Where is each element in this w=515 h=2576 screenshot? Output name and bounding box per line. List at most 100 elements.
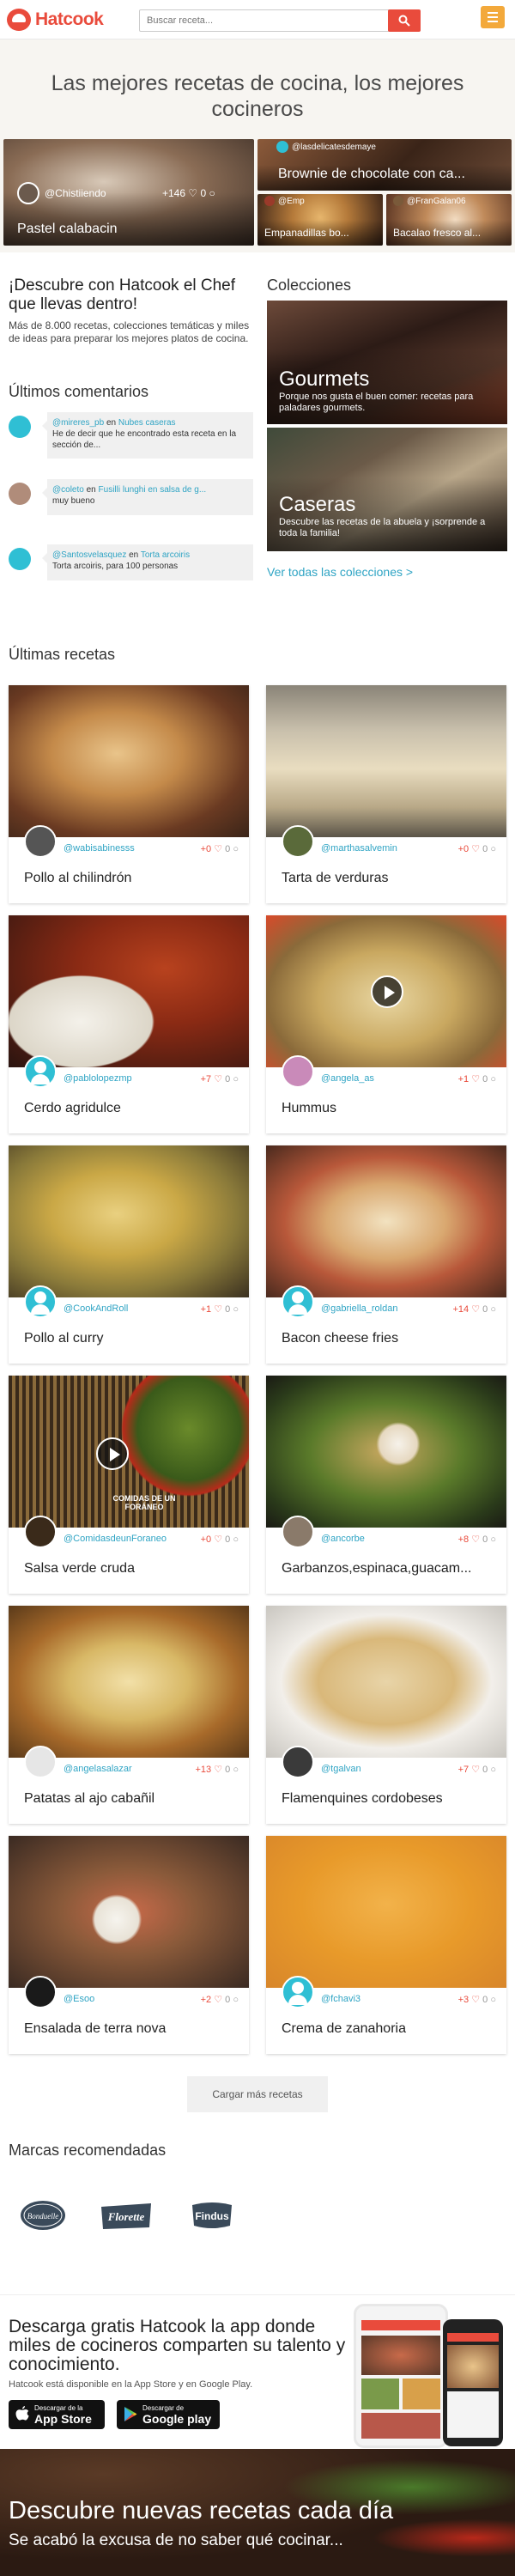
recipe-author[interactable]: @pablolopezmp [64, 1073, 132, 1084]
search-input[interactable] [139, 9, 390, 32]
heart-icon[interactable]: ♡ [471, 1995, 480, 2005]
play-icon[interactable] [96, 1437, 129, 1470]
avatar[interactable] [9, 483, 31, 505]
heart-icon[interactable]: ♡ [214, 1074, 222, 1084]
comment-icon[interactable]: ○ [233, 1534, 239, 1545]
recipe-stats: +0 ♡ 0 ○ [457, 844, 496, 854]
avatar[interactable] [282, 1746, 314, 1778]
recipe-author[interactable]: @ancorbe [321, 1534, 365, 1544]
comment-item: @Santosvelasquez en Torta arcoiris Torta… [9, 544, 253, 587]
recipe-author[interactable]: @marthasalvemin [321, 843, 397, 854]
comment-recipe[interactable]: Fusilli lunghi en salsa de g... [99, 485, 207, 495]
avatar[interactable] [24, 1516, 57, 1548]
comment-icon[interactable]: ○ [490, 1074, 496, 1084]
brand-bonduelle-logo[interactable]: Bonduelle [19, 2198, 67, 2233]
avatar[interactable] [24, 1055, 57, 1088]
recipe-card[interactable]: @pablolopezmp +7 ♡ 0 ○ Cerdo agridulce [9, 915, 249, 1133]
recipe-card[interactable]: @Esoo +2 ♡ 0 ○ Ensalada de terra nova [9, 1836, 249, 2054]
featured-recipe-1[interactable]: @lasdelicatesdemaye Brownie de chocolate… [258, 139, 512, 191]
recipe-card[interactable]: @CookAndRoll +1 ♡ 0 ○ Pollo al curry [9, 1145, 249, 1364]
comment-icon[interactable]: ○ [490, 1765, 496, 1775]
avatar[interactable] [282, 1516, 314, 1548]
heart-icon[interactable]: ♡ [214, 1534, 222, 1545]
google-play-button[interactable]: Descargar de Google play [117, 2400, 220, 2429]
recipe-card[interactable]: @ancorbe +8 ♡ 0 ○ Garbanzos,espinaca,gua… [266, 1376, 506, 1594]
comment-user[interactable]: @Santosvelasquez [52, 550, 126, 560]
comment-icon[interactable]: ○ [490, 1534, 496, 1545]
recipe-author[interactable]: @tgalvan [321, 1764, 361, 1774]
recipe-card[interactable]: @marthasalvemin +0 ♡ 0 ○ Tarta de verdur… [266, 685, 506, 903]
collection-caseras[interactable]: Caseras Descubre las recetas de la abuel… [267, 428, 507, 551]
collection-gourmets[interactable]: Gourmets Porque nos gusta el buen comer:… [267, 301, 507, 424]
recipe-card[interactable]: @wabisabinesss +0 ♡ 0 ○ Pollo al chilind… [9, 685, 249, 903]
menu-button[interactable] [481, 6, 505, 28]
avatar[interactable] [9, 548, 31, 570]
recipe-author[interactable]: @gabriella_roldan [321, 1303, 397, 1314]
recipe-author[interactable]: @angelasalazar [64, 1764, 132, 1774]
comment-recipe[interactable]: Torta arcoiris [141, 550, 190, 560]
recipe-image [9, 685, 249, 837]
featured-recipe-2[interactable]: @Emp Empanadillas bo... [258, 194, 383, 246]
recipe-author[interactable]: @wabisabinesss [64, 843, 135, 854]
recipe-card[interactable]: COMIDAS DE UN FORÁNEO @ComidasdeunForane… [9, 1376, 249, 1594]
comment-icon[interactable]: ○ [233, 1995, 239, 2005]
recipe-card[interactable]: @angelasalazar +13 ♡ 0 ○ Patatas al ajo … [9, 1606, 249, 1824]
recipe-card[interactable]: @angela_as +1 ♡ 0 ○ Hummus [266, 915, 506, 1133]
comment-icon[interactable]: ○ [233, 844, 239, 854]
avatar[interactable] [282, 1055, 314, 1088]
comment-user[interactable]: @mireres_pb [52, 418, 104, 428]
comment-icon[interactable]: ○ [233, 1074, 239, 1084]
featured-recipe-3[interactable]: @FranGalan06 Bacalao fresco al... [386, 194, 512, 246]
comment-icon[interactable]: ○ [490, 1304, 496, 1315]
recipe-author[interactable]: @ComidasdeunForaneo [64, 1534, 167, 1544]
heart-icon[interactable]: ♡ [214, 1995, 222, 2005]
heart-icon[interactable]: ♡ [214, 1765, 222, 1775]
comment-recipe[interactable]: Nubes caseras [118, 418, 176, 428]
recipe-card[interactable]: @tgalvan +7 ♡ 0 ○ Flamenquines cordobese… [266, 1606, 506, 1824]
hatcook-logo[interactable]: Hatcook [7, 8, 104, 32]
svg-text:Bonduelle: Bonduelle [27, 2212, 59, 2221]
avatar[interactable] [24, 825, 57, 858]
brand-findus-logo[interactable]: Findus [187, 2198, 237, 2233]
avatar[interactable] [282, 825, 314, 858]
recipe-title: Garbanzos,espinaca,guacam... [282, 1561, 472, 1576]
featured-title: Empanadillas bo... [264, 227, 349, 239]
comment-icon[interactable]: ○ [490, 1995, 496, 2005]
see-all-collections-link[interactable]: Ver todas las colecciones > [267, 565, 413, 579]
recipe-stats: +13 ♡ 0 ○ [195, 1765, 239, 1775]
play-icon[interactable] [371, 975, 403, 1008]
avatar[interactable] [24, 1976, 57, 2008]
comment-user[interactable]: @coleto [52, 485, 84, 495]
search-button[interactable] [388, 9, 421, 32]
heart-icon[interactable]: ♡ [214, 844, 222, 854]
recipe-author[interactable]: @angela_as [321, 1073, 374, 1084]
comment-icon[interactable]: ○ [233, 1765, 239, 1775]
app-store-button[interactable]: Descargar de la App Store [9, 2400, 105, 2429]
recipe-image [9, 1606, 249, 1758]
avatar[interactable] [282, 1976, 314, 2008]
avatar[interactable] [9, 416, 31, 438]
comment-icon[interactable]: ○ [233, 1304, 239, 1315]
featured-recipe-main[interactable]: @Chistiiendo +146 ♡ 0 ○ Pastel calabacin [3, 139, 254, 246]
recipe-title: Cerdo agridulce [24, 1101, 121, 1115]
recipe-author[interactable]: @fchavi3 [321, 1994, 360, 2004]
recipe-stats: +8 ♡ 0 ○ [457, 1534, 496, 1545]
recipe-card[interactable]: @fchavi3 +3 ♡ 0 ○ Crema de zanahoria [266, 1836, 506, 2054]
featured-author[interactable]: @Chistiiendo [17, 182, 106, 204]
load-more-button[interactable]: Cargar más recetas [187, 2076, 328, 2112]
avatar[interactable] [24, 1746, 57, 1778]
heart-icon[interactable]: ♡ [471, 844, 480, 854]
recipe-author[interactable]: @Esoo [64, 1994, 94, 2004]
avatar[interactable] [24, 1285, 57, 1318]
heart-icon[interactable]: ♡ [471, 1534, 480, 1545]
recipe-card[interactable]: @gabriella_roldan +14 ♡ 0 ○ Bacon cheese… [266, 1145, 506, 1364]
recipe-author[interactable]: @CookAndRoll [64, 1303, 128, 1314]
heart-icon[interactable]: ♡ [471, 1074, 480, 1084]
brand-florette-logo[interactable]: Florette [98, 2198, 154, 2233]
heart-icon[interactable]: ♡ [471, 1304, 480, 1315]
avatar[interactable] [282, 1285, 314, 1318]
site-header: Hatcook [0, 0, 515, 39]
comment-icon[interactable]: ○ [490, 844, 496, 854]
heart-icon[interactable]: ♡ [471, 1765, 480, 1775]
heart-icon[interactable]: ♡ [214, 1304, 222, 1315]
